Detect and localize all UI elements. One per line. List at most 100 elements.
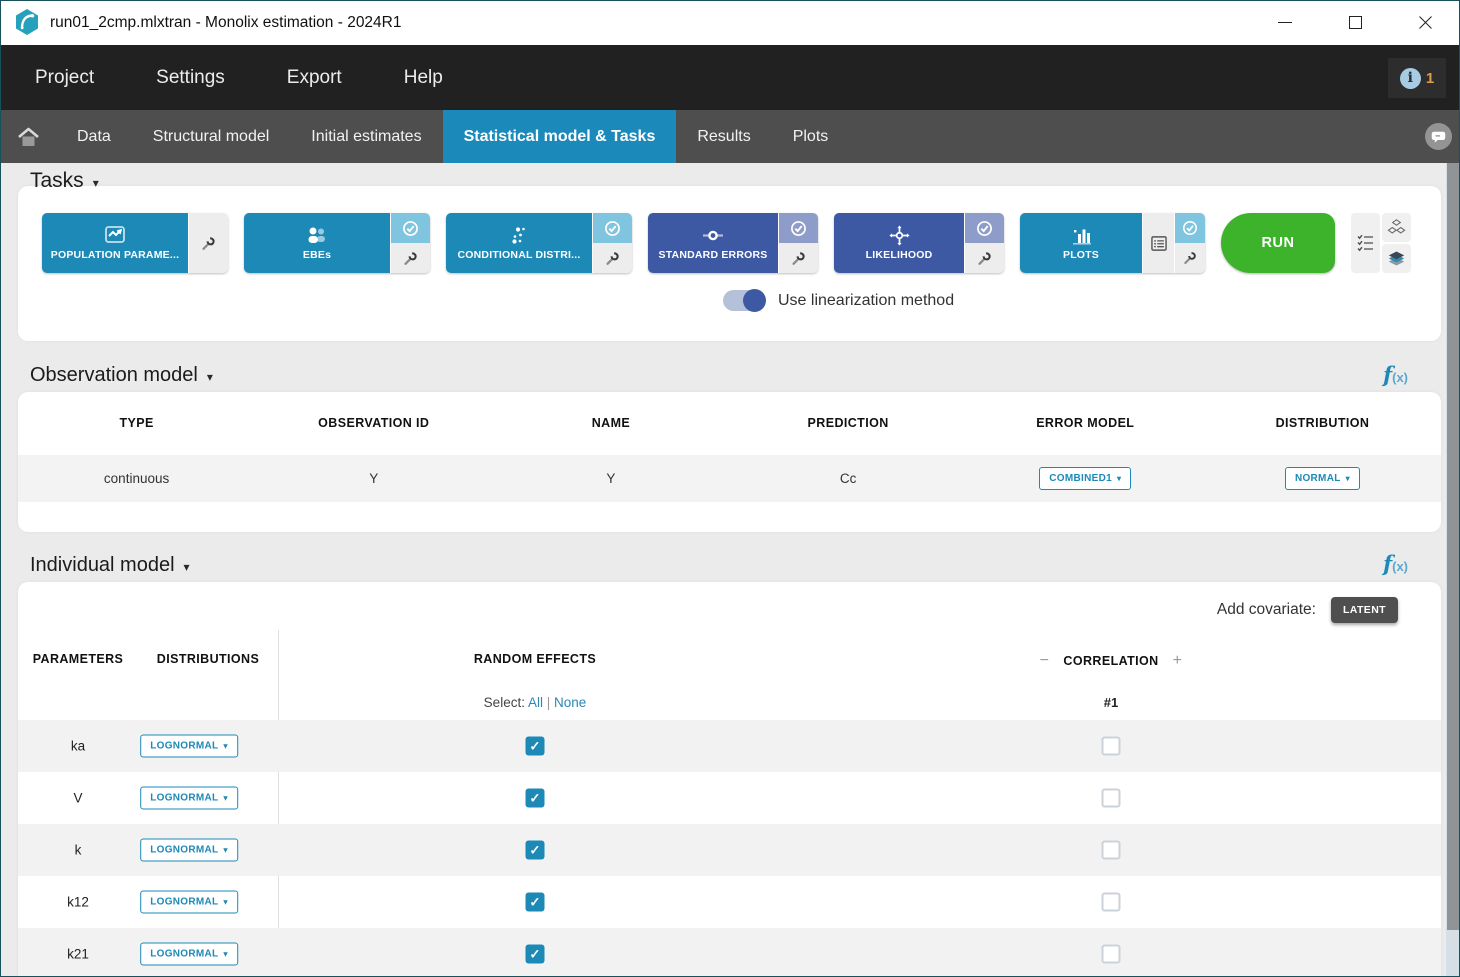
observation-model-section-title[interactable]: Observation model ▾ [30,364,213,387]
plot-list-icon [1151,236,1167,251]
menu-bar: Project Settings Export Help i 1 [0,45,1460,110]
vertical-scrollbar[interactable] [1446,163,1460,977]
distribution-dropdown[interactable]: LOGNORMAL ▾ [140,839,238,862]
random-effect-checkbox[interactable]: ✓ [526,893,545,912]
correlation-checkbox[interactable] [1102,737,1121,756]
random-effect-checkbox[interactable]: ✓ [526,841,545,860]
col-distribution: DISTRIBUTION [1204,416,1441,430]
task-likelihood-button[interactable]: LIKELIHOOD [834,213,964,273]
linearization-toggle[interactable] [723,290,765,311]
task-standard-errors-settings-button[interactable] [779,243,818,273]
tab-results[interactable]: Results [676,110,771,163]
close-button[interactable] [1390,0,1460,45]
layers-button[interactable] [1382,244,1411,273]
task-population-parameters-settings-button[interactable] [189,213,228,273]
task-conditional-distribution-button[interactable]: CONDITIONAL DISTRI... [446,213,592,273]
speech-bubble-icon [1425,123,1452,150]
task-ebes-settings-button[interactable] [391,243,430,273]
caret-down-icon: ▾ [223,846,227,855]
distribution-dropdown[interactable]: NORMAL ▾ [1285,467,1360,490]
check-circle-icon [1182,220,1198,236]
check-circle-icon [604,220,621,237]
minimize-icon [1278,22,1292,23]
tab-data[interactable]: Data [56,110,132,163]
wrench-icon [790,250,807,267]
feedback-button[interactable] [1425,123,1452,150]
correlation-checkbox[interactable] [1102,841,1121,860]
tasks-section-title[interactable]: Tasks ▾ [30,169,99,193]
wrench-icon [402,250,419,267]
distribution-dropdown[interactable]: LOGNORMAL ▾ [140,735,238,758]
task-conditional-distribution-settings-button[interactable] [593,243,632,273]
task-population-parameters-button[interactable]: POPULATION PARAME... [42,213,188,273]
task-likelihood: LIKELIHOOD [834,213,1004,273]
run-button[interactable]: RUN [1221,213,1335,273]
task-standard-errors-button[interactable]: STANDARD ERRORS [648,213,778,273]
select-none-link[interactable]: None [554,695,586,710]
random-effects-header: RANDOM EFFECTS [474,652,596,666]
distribution-dropdown[interactable]: LOGNORMAL ▾ [140,787,238,810]
parameter-row-ka: ka LOGNORMAL ▾ ✓ [18,720,1441,772]
task-ebes-button[interactable]: EBEs [244,213,390,273]
task-plots-button[interactable]: PLOTS [1020,213,1142,273]
distribution-dropdown[interactable]: LOGNORMAL ▾ [140,891,238,914]
tab-statistical-model-tasks[interactable]: Statistical model & Tasks [443,110,677,163]
tasks-collapse-caret-icon: ▾ [93,173,99,190]
notifications-button[interactable]: i 1 [1388,58,1446,98]
menu-export[interactable]: Export [287,67,342,89]
task-plots-list-button[interactable] [1142,213,1174,273]
cubes-icon [1387,219,1406,236]
maximize-icon [1349,16,1362,29]
random-effect-checkbox[interactable]: ✓ [526,789,545,808]
line-chart-icon [103,225,127,246]
individual-formula-button[interactable]: f(x) [1383,551,1408,576]
check-circle-icon [790,220,807,237]
scrollbar-thumb[interactable] [1447,163,1459,930]
title-bar: run01_2cmp.mlxtran - Monolix estimation … [0,0,1460,45]
caret-down-icon: ▾ [223,898,227,907]
correlation-checkbox[interactable] [1102,789,1121,808]
info-icon: i [1400,68,1421,89]
individual-model-section-title[interactable]: Individual model ▾ [30,554,190,577]
distributions-header: DISTRIBUTIONS [157,652,259,666]
maximize-button[interactable] [1320,0,1390,45]
menu-settings[interactable]: Settings [156,67,225,89]
tab-initial-estimates[interactable]: Initial estimates [290,110,442,163]
parameter-rows: ka LOGNORMAL ▾ ✓ V LOGNORMAL ▾ ✓ k LOGNO… [18,720,1441,977]
linearization-label: Use linearization method [778,292,954,310]
observation-formula-button[interactable]: f(x) [1383,362,1408,387]
correlation-checkbox[interactable] [1102,893,1121,912]
observation-model-card: TYPE OBSERVATION ID NAME PREDICTION ERRO… [18,392,1441,532]
random-effect-checkbox[interactable]: ✓ [526,737,545,756]
assembly-button[interactable] [1382,213,1411,242]
caret-down-icon: ▾ [223,742,227,751]
caret-down-icon: ▾ [1346,474,1350,483]
check-circle-icon [976,220,993,237]
caret-down-icon: ▾ [1117,474,1121,483]
home-button[interactable] [0,110,56,163]
remove-correlation-button[interactable]: − [1040,652,1050,670]
add-correlation-button[interactable]: + [1173,652,1183,670]
tab-structural-model[interactable]: Structural model [132,110,291,163]
minimize-button[interactable] [1250,0,1320,45]
parameter-row-k12: k12 LOGNORMAL ▾ ✓ [18,876,1441,928]
layers-icon [1387,250,1406,267]
parameter-row-v: V LOGNORMAL ▾ ✓ [18,772,1441,824]
task-plots-settings-button[interactable] [1175,243,1205,273]
task-standard-errors-enabled-badge [779,213,818,243]
task-likelihood-settings-button[interactable] [965,243,1004,273]
parameter-name: ka [71,739,85,754]
distribution-dropdown[interactable]: LOGNORMAL ▾ [140,943,238,966]
correlation-checkbox[interactable] [1102,945,1121,964]
latent-covariate-button[interactable]: LATENT [1331,597,1398,623]
select-all-link[interactable]: All [528,695,543,710]
task-list-button[interactable] [1351,213,1380,273]
random-effect-checkbox[interactable]: ✓ [526,945,545,964]
menu-project[interactable]: Project [35,67,94,89]
tab-plots[interactable]: Plots [772,110,850,163]
wrench-icon [200,235,217,252]
error-model-dropdown[interactable]: COMBINED1 ▾ [1039,467,1131,490]
task-standard-errors: STANDARD ERRORS [648,213,818,273]
task-plots-enabled-badge [1175,213,1205,243]
menu-help[interactable]: Help [404,67,443,89]
